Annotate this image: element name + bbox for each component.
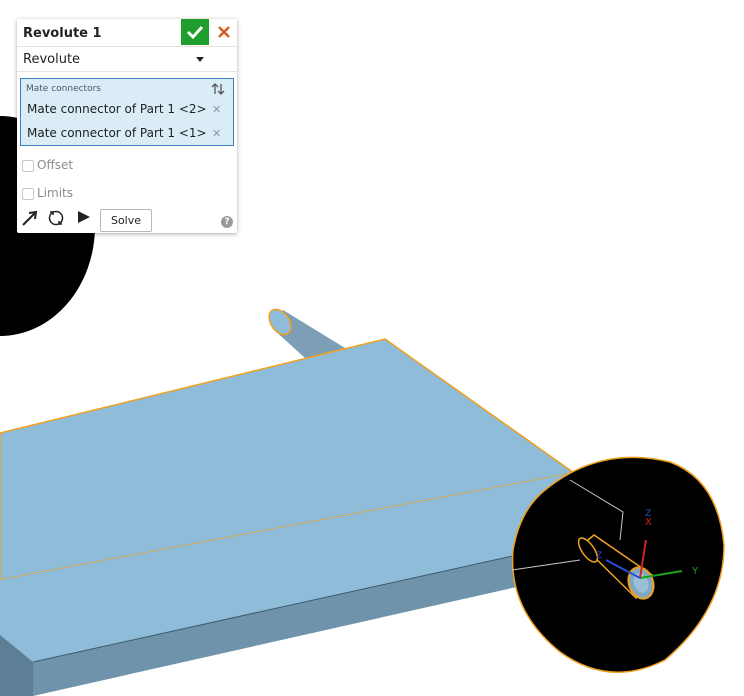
- offset-option[interactable]: Offset: [21, 158, 181, 174]
- dialog-header: Revolute 1: [17, 19, 237, 47]
- mate-type-select[interactable]: Revolute: [17, 47, 237, 72]
- rotate-tool-icon[interactable]: [46, 209, 66, 227]
- help-icon[interactable]: ?: [221, 216, 233, 228]
- mate-connector-item-1[interactable]: Mate connector of Part 1 <2>: [27, 102, 207, 116]
- sort-icon[interactable]: [211, 82, 225, 96]
- triad-label-z2: Z: [596, 551, 602, 561]
- feature-title[interactable]: Revolute 1: [23, 26, 102, 41]
- plate-part[interactable]: [0, 338, 592, 696]
- offset-label: Offset: [37, 158, 74, 172]
- cancel-button[interactable]: [212, 19, 236, 45]
- mate-connector-item-2[interactable]: Mate connector of Part 1 <1>: [27, 126, 207, 140]
- mate-feature-dialog: Revolute 1 Revolute Mate connectors Mate…: [17, 19, 237, 233]
- mate-type-value: Revolute: [23, 52, 81, 67]
- triad-label-y: Y: [691, 566, 699, 577]
- close-icon: [218, 26, 230, 38]
- limits-checkbox[interactable]: [22, 188, 34, 200]
- limits-label: Limits: [37, 186, 73, 200]
- remove-icon[interactable]: ✕: [212, 127, 221, 140]
- solve-button[interactable]: Solve: [100, 209, 152, 232]
- remove-icon[interactable]: ✕: [212, 103, 221, 116]
- mate-connectors-field[interactable]: Mate connectors Mate connector of Part 1…: [20, 78, 234, 146]
- triad-label-z: Z: [645, 509, 651, 519]
- limits-option[interactable]: Limits: [21, 186, 181, 202]
- play-icon[interactable]: [76, 209, 92, 225]
- accept-button[interactable]: [181, 19, 209, 45]
- arrow-tool-icon[interactable]: [21, 209, 41, 227]
- mate-connectors-label: Mate connectors: [26, 84, 101, 94]
- upper-shaft[interactable]: [265, 305, 345, 358]
- check-icon: [186, 25, 204, 40]
- offset-checkbox[interactable]: [22, 160, 34, 172]
- chevron-down-icon: [196, 57, 204, 62]
